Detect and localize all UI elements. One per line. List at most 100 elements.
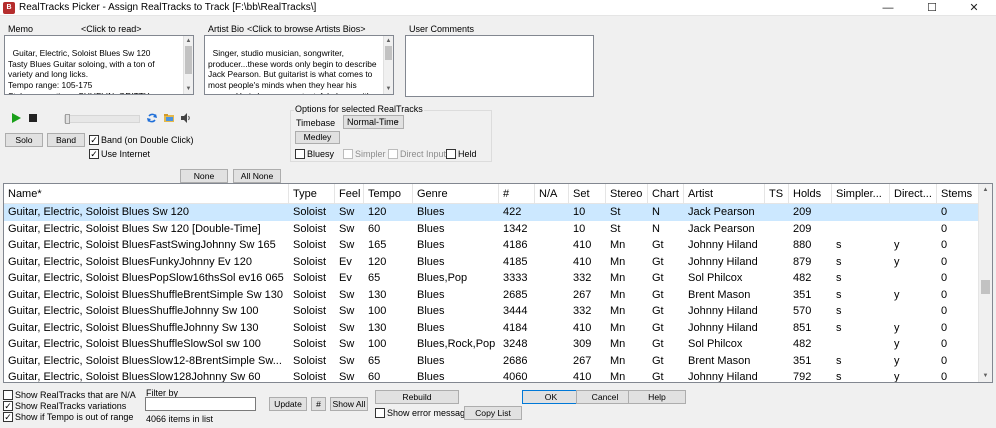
filter-input[interactable] [145, 397, 256, 411]
items-count: 4066 items in list [146, 414, 214, 424]
direct-input-checkbox[interactable] [388, 149, 398, 159]
column-header[interactable]: Name* [4, 184, 289, 204]
column-header[interactable]: Feel [335, 184, 364, 204]
play-icon[interactable] [10, 112, 22, 124]
column-header[interactable]: Set [569, 184, 606, 204]
solo-button[interactable]: Solo [5, 133, 43, 147]
table-row[interactable]: Guitar, Electric, Soloist BluesShuffleJo… [4, 320, 978, 337]
minimize-button[interactable]: — [866, 0, 910, 16]
table-cell: Blues [417, 222, 445, 235]
artist-bio-scrollbar[interactable]: ▲ ▼ [383, 36, 393, 94]
column-header[interactable]: Simpler... [832, 184, 890, 204]
maximize-button[interactable]: ☐ [910, 0, 954, 16]
show-variations-checkbox[interactable]: ✓ [3, 401, 13, 411]
none-button[interactable]: None [180, 169, 228, 183]
table-row[interactable]: Guitar, Electric, Soloist BluesSlow12-8B… [4, 353, 978, 370]
all-none-button[interactable]: All None [233, 169, 281, 183]
table-cell: Sw [339, 371, 355, 383]
memo-click-hint[interactable]: <Click to read> [81, 24, 142, 34]
memo-textbox[interactable]: Guitar, Electric, Soloist Blues Sw 120 T… [4, 35, 194, 95]
table-cell: 3333 [503, 272, 528, 284]
column-header[interactable]: Direct... [890, 184, 937, 204]
held-checkbox[interactable] [446, 149, 456, 159]
realtracks-grid[interactable]: Name* Type Feel Tempo Genre # N/A Set Stereo Char… [3, 183, 993, 383]
band-double-click-checkbox[interactable]: ✓ [89, 135, 99, 145]
loop-icon[interactable] [146, 112, 158, 124]
simpler-checkbox[interactable] [343, 149, 353, 159]
table-cell: Ev [339, 272, 352, 284]
show-na-checkbox[interactable] [3, 390, 13, 400]
column-header[interactable]: Genre [413, 184, 499, 204]
grid-scrollbar[interactable]: ▲ ▼ [978, 184, 992, 382]
column-header[interactable]: Holds [789, 184, 832, 204]
show-tempo-out-label: Show if Tempo is out of range [15, 412, 134, 422]
table-row[interactable]: Guitar, Electric, Soloist BluesFastSwing… [4, 237, 978, 254]
scroll-down-icon[interactable]: ▼ [384, 84, 393, 94]
memo-label: Memo [8, 24, 34, 34]
table-cell [765, 270, 789, 287]
rebuild-button[interactable]: Rebuild [375, 390, 459, 404]
column-header[interactable]: Artist [684, 184, 765, 204]
speaker-icon[interactable] [180, 112, 192, 124]
table-cell: Guitar, Electric, Soloist BluesSlow12-8B… [8, 354, 282, 367]
table-cell: Sol Philcox [688, 338, 743, 350]
table-cell: Blues [417, 239, 445, 251]
folder-icon[interactable] [163, 112, 175, 124]
show-all-button[interactable]: Show All [330, 397, 368, 411]
scroll-down-icon[interactable]: ▼ [979, 370, 992, 382]
scroll-thumb[interactable] [385, 46, 392, 60]
table-cell: 332 [573, 272, 592, 284]
table-row[interactable]: Guitar, Electric, Soloist BluesFunkyJohn… [4, 254, 978, 271]
show-errors-checkbox[interactable] [375, 408, 385, 418]
table-row[interactable]: Guitar, Electric, Soloist BluesPopSlow16… [4, 270, 978, 287]
artist-bio-textbox[interactable]: Singer, studio musician, songwriter, pro… [204, 35, 394, 95]
table-row[interactable]: Guitar, Electric, Soloist BluesShuffleBr… [4, 287, 978, 304]
column-header[interactable]: Tempo [364, 184, 413, 204]
column-header[interactable]: Chart [648, 184, 684, 204]
band-button[interactable]: Band [47, 133, 85, 147]
column-header[interactable]: # [499, 184, 535, 204]
scroll-thumb[interactable] [981, 280, 990, 294]
table-cell: Gt [652, 321, 664, 334]
timebase-select[interactable]: Normal-Time ⌄ [343, 115, 404, 129]
show-tempo-out-checkbox[interactable]: ✓ [3, 412, 13, 422]
table-cell: 570 [793, 305, 812, 317]
progress-slider[interactable] [64, 114, 140, 124]
memo-scrollbar[interactable]: ▲ ▼ [183, 36, 193, 94]
column-header[interactable]: Type [289, 184, 335, 204]
table-row[interactable]: Guitar, Electric, Soloist BluesShuffleSl… [4, 336, 978, 353]
scroll-thumb[interactable] [185, 46, 192, 74]
column-header[interactable]: Stems [937, 184, 981, 204]
medley-button[interactable]: Medley [295, 131, 340, 144]
table-row[interactable]: Guitar, Electric, Soloist Blues Sw 120 [… [4, 221, 978, 238]
bluesy-checkbox[interactable] [295, 149, 305, 159]
scroll-down-icon[interactable]: ▼ [184, 84, 193, 94]
table-row[interactable]: Guitar, Electric, Soloist BluesShuffleJo… [4, 303, 978, 320]
stop-icon[interactable] [27, 112, 39, 124]
scroll-up-icon[interactable]: ▲ [384, 36, 393, 46]
table-cell: Mn [610, 255, 626, 268]
user-comments-textbox[interactable] [405, 35, 594, 97]
artist-bio-click-hint[interactable]: <Click to browse Artists Bios> [247, 24, 366, 34]
hash-button[interactable]: # [311, 397, 326, 411]
column-header[interactable]: Stereo [606, 184, 648, 204]
close-button[interactable]: ✕ [952, 0, 996, 16]
scroll-up-icon[interactable]: ▲ [184, 36, 193, 46]
update-button[interactable]: Update [269, 397, 307, 411]
progress-thumb[interactable] [65, 114, 70, 124]
table-cell: 267 [573, 354, 592, 367]
table-cell [765, 369, 789, 382]
column-header[interactable]: TS [765, 184, 789, 204]
ok-button[interactable]: OK [522, 390, 580, 404]
table-row[interactable]: Guitar, Electric, Soloist Blues Sw 120 So… [4, 204, 978, 221]
cancel-button[interactable]: Cancel [576, 390, 634, 404]
copy-list-button[interactable]: Copy List [464, 406, 522, 420]
column-header[interactable]: N/A [535, 184, 569, 204]
table-row[interactable]: Guitar, Electric, Soloist BluesSlow128Jo… [4, 369, 978, 383]
show-variations-label: Show RealTracks variations [15, 401, 127, 411]
table-cell: 4185 [503, 255, 528, 268]
use-internet-checkbox[interactable]: ✓ [89, 149, 99, 159]
title-bar[interactable]: B RealTracks Picker - Assign RealTracks … [0, 0, 996, 16]
scroll-up-icon[interactable]: ▲ [979, 184, 992, 196]
help-button[interactable]: Help [628, 390, 686, 404]
